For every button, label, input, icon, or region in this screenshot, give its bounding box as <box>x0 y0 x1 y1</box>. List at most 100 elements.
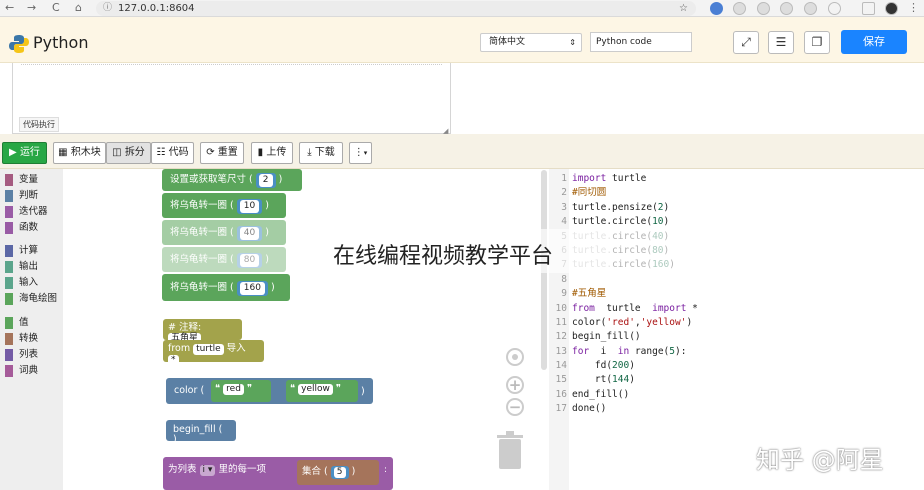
number-block[interactable]: 80 <box>236 253 263 268</box>
code-line[interactable]: begin_fill() <box>572 330 698 344</box>
code-line[interactable]: done() <box>572 402 698 416</box>
run-button[interactable]: ▶ 运行 <box>2 142 47 164</box>
code-line[interactable]: for i in range(5): <box>572 345 698 359</box>
upload-button[interactable]: ▮ 上传 <box>251 142 293 164</box>
import-star-field[interactable]: * <box>168 355 179 366</box>
fullscreen-button[interactable]: ⤢ <box>733 31 759 54</box>
line-number: 14 <box>555 360 567 372</box>
number-block[interactable]: 2 <box>255 173 276 188</box>
extension-icon[interactable] <box>804 2 817 15</box>
string-field[interactable]: red <box>223 384 244 395</box>
string-block[interactable]: ❝ red ❞ <box>211 380 271 402</box>
back-icon[interactable]: ← <box>5 1 14 14</box>
code-line[interactable]: #同切圆 <box>572 186 698 200</box>
forward-icon[interactable]: → <box>27 1 36 14</box>
code-lines[interactable]: import turtle #同切圆 turtle.pensize(2) turtle… <box>572 172 698 417</box>
code-line[interactable]: import turtle <box>572 172 698 186</box>
address-bar[interactable]: ⓘ 127.0.0.1:8604 ☆ <box>96 1 696 16</box>
reload-icon[interactable]: C <box>52 1 60 14</box>
category-functions[interactable]: 函数 <box>0 220 63 236</box>
reset-button[interactable]: ⟳ 重置 <box>200 142 244 164</box>
menu-icon[interactable]: ⋮ <box>908 1 919 14</box>
pensize-block[interactable]: 设置或获取笔尺寸 ( 2 ) <box>162 169 302 191</box>
code-token: begin_fill() <box>572 331 641 343</box>
save-button[interactable]: 保存 <box>841 30 907 54</box>
string-field[interactable]: yellow <box>298 384 333 395</box>
code-line[interactable]: fd(200) <box>572 359 698 373</box>
code-line[interactable]: color('red','yellow') <box>572 316 698 330</box>
string-block[interactable]: ❝ yellow ❞ <box>286 380 358 402</box>
number-field[interactable]: 40 <box>239 227 260 240</box>
begin-fill-block[interactable]: begin_fill ( ) <box>166 420 236 444</box>
variable-dropdown[interactable]: i ▾ <box>199 465 216 476</box>
bookmark-star-icon[interactable]: ☆ <box>679 1 688 16</box>
number-block[interactable]: 5 <box>330 466 349 479</box>
circle-block[interactable]: 将乌龟转一圈 ( 10 ) <box>162 193 286 218</box>
output-textarea[interactable] <box>12 63 451 134</box>
comment-block[interactable]: # 注释: 五角星 <box>163 319 242 344</box>
translate-extension-icon[interactable] <box>710 2 723 15</box>
code-token: 'yellow' <box>640 316 687 328</box>
number-field[interactable]: 5 <box>333 467 346 478</box>
gallery-button[interactable]: ❐ <box>804 31 830 54</box>
trash-icon[interactable] <box>496 431 524 471</box>
number-field[interactable]: 160 <box>239 282 265 295</box>
extension-icon[interactable] <box>757 2 770 15</box>
code-line[interactable]: #五角星 <box>572 287 698 301</box>
number-block[interactable]: 40 <box>236 226 263 241</box>
number-block[interactable]: 160 <box>236 281 268 296</box>
code-line[interactable]: end_fill() <box>572 388 698 402</box>
puzzle-icon[interactable] <box>828 2 841 15</box>
number-field[interactable]: 2 <box>258 174 273 187</box>
code-line[interactable]: from turtle import * <box>572 302 698 316</box>
download-button[interactable]: ⤓ 下载 <box>299 142 343 164</box>
circle-block[interactable]: 将乌龟转一圈 ( 40 ) <box>162 220 286 245</box>
category-variables[interactable]: 变量 <box>0 172 63 188</box>
module-field[interactable]: turtle <box>193 344 224 355</box>
code-token: import <box>646 302 687 314</box>
home-icon[interactable]: ⌂ <box>75 1 82 14</box>
code-token: turtle <box>612 173 647 184</box>
category-output[interactable]: 输出 <box>0 259 63 275</box>
category-math[interactable]: 计算 <box>0 243 63 259</box>
mode-input[interactable]: Python code <box>590 32 692 52</box>
language-select[interactable]: 简体中文 ⇕ <box>480 33 582 52</box>
category-values[interactable]: 值 <box>0 315 63 331</box>
code-view-button[interactable]: ☷ 代码 <box>151 142 194 164</box>
blocks-workspace[interactable] <box>63 169 549 490</box>
more-dropdown-button[interactable]: ⋮▾ <box>349 142 372 164</box>
circle-block[interactable]: 将乌龟转一圈 ( 160 ) <box>162 274 290 301</box>
category-turtle[interactable]: 海龟绘图 <box>0 291 63 307</box>
category-iterators[interactable]: 迭代器 <box>0 204 63 220</box>
run-output-tab[interactable]: 代码执行 <box>19 117 59 132</box>
code-line[interactable]: turtle.pensize(2) <box>572 201 698 215</box>
import-block[interactable]: from turtle 导入 * <box>163 340 264 366</box>
category-input[interactable]: 输入 <box>0 275 63 291</box>
category-lists[interactable]: 列表 <box>0 347 63 363</box>
console-button[interactable]: ☰ <box>768 31 794 54</box>
category-convert[interactable]: 转换 <box>0 331 63 347</box>
blocks-view-button[interactable]: ▦ 积木块 <box>53 142 106 164</box>
number-field[interactable]: 80 <box>239 254 260 267</box>
code-line[interactable]: turtle.circle(10) <box>572 215 698 229</box>
split-view-button[interactable]: ◫ 拆分 <box>106 142 151 164</box>
zoom-out-button[interactable]: − <box>506 398 524 416</box>
category-logic[interactable]: 判断 <box>0 188 63 204</box>
set-block[interactable]: 集合 ( 5 ) <box>297 460 379 485</box>
number-field[interactable]: 10 <box>239 200 260 213</box>
number-block[interactable]: 10 <box>236 199 263 214</box>
avatar[interactable] <box>885 2 898 15</box>
circle-block[interactable]: 将乌龟转一圈 ( 80 ) <box>162 247 286 272</box>
code-line[interactable]: rt(144) <box>572 373 698 387</box>
paren-close: ) <box>173 433 177 445</box>
extension-icon[interactable] <box>780 2 793 15</box>
category-dicts[interactable]: 词典 <box>0 363 63 379</box>
recenter-button[interactable] <box>506 348 524 366</box>
caret-down-icon: ▾ <box>363 149 368 157</box>
sidebar-icon[interactable] <box>862 2 875 15</box>
browser-toolbar: ← → C ⌂ ⓘ 127.0.0.1:8604 ☆ ⋮ <box>0 0 924 17</box>
extension-icon[interactable] <box>733 2 746 15</box>
zoom-in-button[interactable]: + <box>506 376 524 394</box>
code-line[interactable] <box>572 273 698 287</box>
colon-label: : <box>384 465 388 475</box>
